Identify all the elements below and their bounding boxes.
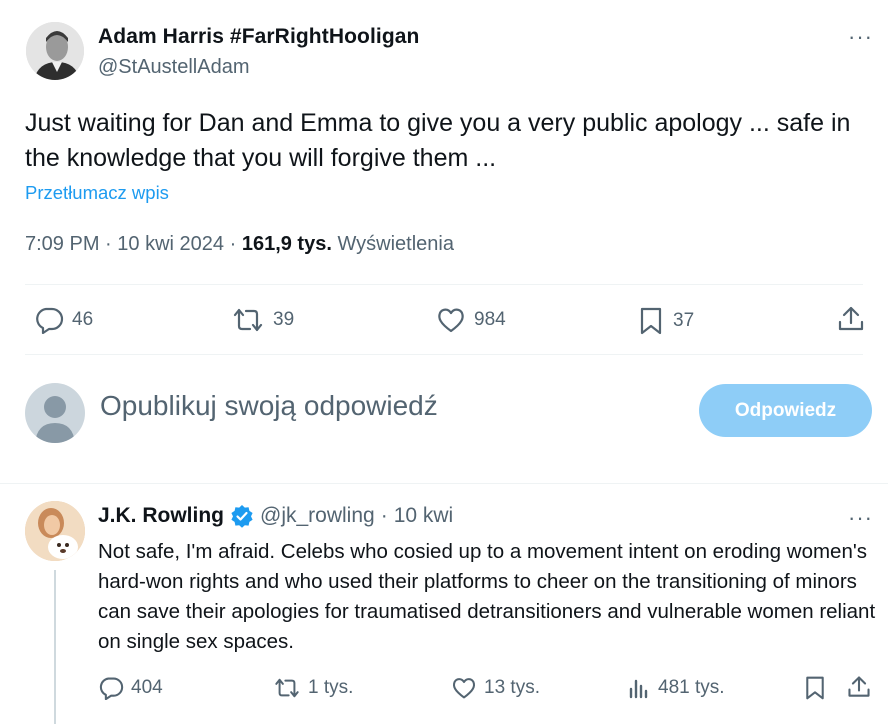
reply-count: 404 xyxy=(131,677,163,698)
tweet-meta: 7:09 PM · 10 kwi 2024 · 161,9 tys. Wyświ… xyxy=(25,233,454,256)
reply-header: J.K. Rowling @jk_rowling · 10 kwi xyxy=(98,504,453,528)
reply-input[interactable]: Opublikuj swoją odpowiedź xyxy=(100,390,438,422)
verified-badge-icon xyxy=(230,504,254,528)
repost-count: 39 xyxy=(273,309,295,330)
more-icon[interactable]: ··· xyxy=(848,24,873,50)
translate-link[interactable]: Przetłumacz wpis xyxy=(25,182,169,204)
repost-count: 1 tys. xyxy=(308,677,354,698)
reply-icon xyxy=(34,306,64,334)
author-handle[interactable]: @StAustellAdam xyxy=(98,56,249,79)
more-icon[interactable]: ··· xyxy=(848,505,873,531)
share-button[interactable] xyxy=(846,674,872,700)
reply-date[interactable]: 10 kwi xyxy=(394,504,454,528)
tweet-date[interactable]: 10 kwi 2024 xyxy=(117,233,224,255)
share-icon xyxy=(836,304,866,334)
user-avatar[interactable] xyxy=(25,383,85,443)
like-icon xyxy=(451,676,477,700)
reply-author-avatar[interactable] xyxy=(25,501,85,561)
share-button[interactable] xyxy=(836,304,866,334)
like-button[interactable]: 13 tys. xyxy=(451,676,540,700)
divider xyxy=(25,284,863,285)
repost-button[interactable]: 39 xyxy=(231,306,294,334)
tweet-time[interactable]: 7:09 PM xyxy=(25,233,99,255)
meta-separator: · xyxy=(380,504,388,527)
reply-text: Not safe, I'm afraid. Celebs who cosied … xyxy=(98,540,876,653)
reply-author-name[interactable]: J.K. Rowling xyxy=(98,504,224,528)
reply-button[interactable]: 46 xyxy=(34,306,93,334)
bookmark-icon xyxy=(637,306,665,336)
like-count: 13 tys. xyxy=(484,677,540,698)
views-button[interactable]: 481 tys. xyxy=(627,676,725,700)
reply-count: 46 xyxy=(72,309,94,330)
divider xyxy=(25,354,863,355)
repost-button[interactable]: 1 tys. xyxy=(273,676,353,700)
bookmark-button[interactable]: 37 xyxy=(637,306,694,336)
like-icon xyxy=(436,306,466,334)
meta-separator: · xyxy=(229,233,237,255)
reply-button[interactable]: 404 xyxy=(98,676,163,700)
like-count: 984 xyxy=(474,309,506,330)
views-count: 161,9 tys. xyxy=(241,233,332,255)
views-count: 481 tys. xyxy=(658,677,725,698)
meta-separator: · xyxy=(105,233,112,255)
like-button[interactable]: 984 xyxy=(436,306,506,334)
repost-icon xyxy=(231,306,265,334)
views-icon xyxy=(627,676,651,700)
share-icon xyxy=(846,674,872,700)
author-avatar[interactable] xyxy=(26,22,84,80)
repost-icon xyxy=(273,676,301,700)
bookmark-button[interactable] xyxy=(803,675,827,701)
bookmark-icon xyxy=(803,675,827,701)
bookmark-count: 37 xyxy=(673,310,695,331)
tweet-text: Just waiting for Dan and Emma to give yo… xyxy=(25,109,851,172)
reply-author-handle[interactable]: @jk_rowling xyxy=(260,504,375,528)
divider xyxy=(0,483,888,484)
thread-line xyxy=(54,570,56,724)
reply-submit-button[interactable]: Odpowiedz xyxy=(699,384,872,437)
views-label: Wyświetlenia xyxy=(337,233,454,255)
author-name[interactable]: Adam Harris #FarRightHooligan xyxy=(98,25,419,49)
reply-icon xyxy=(98,676,124,700)
